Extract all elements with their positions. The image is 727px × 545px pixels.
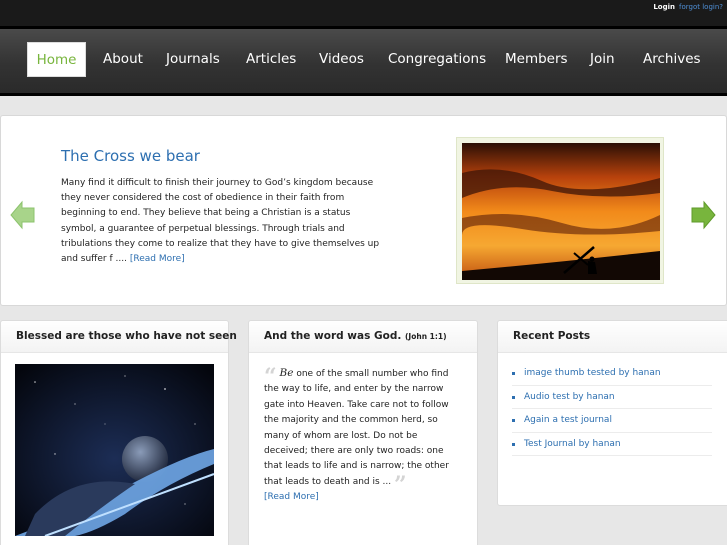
featured-excerpt-text: Many find it difficult to finish their j…	[61, 178, 380, 265]
nav-home[interactable]: Home	[27, 42, 86, 77]
quote-first-word: Be	[279, 367, 294, 379]
featured-read-more-link[interactable]: [Read More]	[130, 254, 185, 264]
panel-title-text: And the word was God.	[264, 330, 402, 342]
nav-about[interactable]: About	[103, 42, 143, 77]
panel-title: Blessed are those who have not seen	[16, 330, 237, 342]
recent-post-link[interactable]: Audio test by hanan	[512, 386, 712, 409]
close-quote-icon: ”	[394, 471, 407, 498]
main-nav: Home About Journals Articles Videos Cong…	[0, 26, 727, 96]
recent-post-link[interactable]: image thumb tested by hanan	[512, 362, 712, 386]
nav-archives[interactable]: Archives	[643, 42, 701, 77]
quote-block: “ Be one of the small number who find th…	[264, 366, 464, 506]
recent-post-link[interactable]: Test Journal by hanan	[512, 433, 712, 456]
nav-articles[interactable]: Articles	[246, 42, 296, 77]
login-link[interactable]: Login	[653, 3, 675, 11]
recent-posts-list: image thumb tested by hanan Audio test b…	[512, 362, 712, 456]
panel-title-reference: (John 1:1)	[405, 332, 447, 341]
nav-join[interactable]: Join	[590, 42, 615, 77]
featured-title[interactable]: The Cross we bear	[61, 147, 200, 165]
panel-title: And the word was God. (John 1:1)	[264, 330, 447, 342]
nav-congregations[interactable]: Congregations	[388, 42, 486, 77]
quote-text: one of the small number who find the way…	[264, 369, 449, 487]
featured-excerpt: Many find it difficult to finish their j…	[61, 176, 381, 267]
panel-title: Recent Posts	[513, 330, 591, 342]
nav-videos[interactable]: Videos	[319, 42, 364, 77]
arrow-left-icon[interactable]	[10, 200, 36, 230]
featured-image[interactable]	[456, 137, 664, 284]
space-image[interactable]	[15, 364, 215, 537]
arrow-right-icon[interactable]	[690, 200, 716, 230]
forgot-login-link[interactable]: forgot login?	[679, 3, 723, 11]
quote-read-more-link[interactable]: [Read More]	[264, 492, 319, 502]
top-bar: Login forgot login?	[0, 0, 727, 26]
recent-post-link[interactable]: Again a test journal	[512, 409, 712, 433]
nav-members[interactable]: Members	[505, 42, 568, 77]
nav-journals[interactable]: Journals	[166, 42, 220, 77]
